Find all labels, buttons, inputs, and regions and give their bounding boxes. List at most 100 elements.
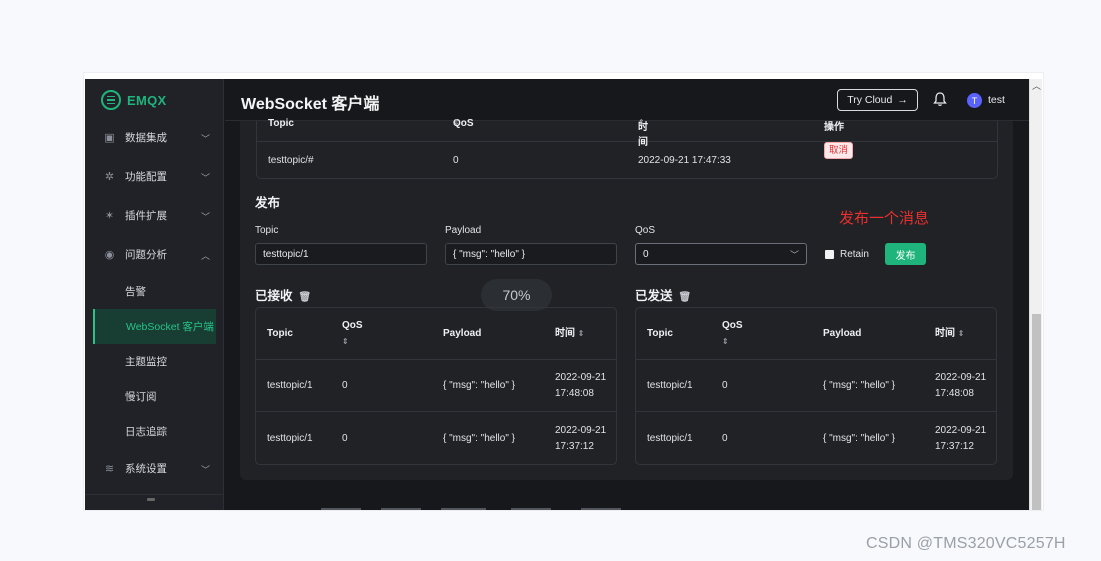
column-header-qos[interactable]: QoS ⇕ xyxy=(342,318,363,350)
page-title: WebSocket 客户端 xyxy=(241,96,380,113)
top-header: WebSocket 客户端 Try Cloud → T test xyxy=(225,79,1029,121)
sidebar-subitem-slow-subscriptions[interactable]: 慢订阅 xyxy=(85,379,224,414)
subscriptions-table: Topic QoS ⇕ 时间 ⇕ 操作 testtopic/# 0 2022-0… xyxy=(256,118,998,179)
checkbox-icon xyxy=(825,250,834,259)
chevron-down-icon: ﹀ xyxy=(200,465,210,475)
message-topic: testtopic/1 xyxy=(267,433,313,444)
received-section-title: 已接收 🗑 xyxy=(255,285,311,304)
received-title-text: 已接收 xyxy=(255,289,293,303)
column-label: QoS xyxy=(342,320,363,331)
sidebar-item-label: 数据集成 xyxy=(125,132,167,144)
column-header-time[interactable]: 时间 ⇕ xyxy=(935,326,964,342)
message-qos: 0 xyxy=(722,433,728,444)
topic-label: Topic xyxy=(255,225,279,236)
message-clock: 17:48:08 xyxy=(935,388,974,399)
sort-icon: ⇕ xyxy=(342,337,349,346)
table-row: testtopic/1 0 { "msg": "hello" } 2022-09… xyxy=(256,360,616,412)
sent-messages-table: Topic QoS ⇕ Payload 时间 ⇕ testtopic/1 0 { … xyxy=(635,307,997,465)
table-header: Topic QoS ⇕ 时间 ⇕ 操作 xyxy=(257,118,997,148)
retain-label: Retain xyxy=(840,249,869,260)
sidebar-subitem-websocket-client[interactable]: WebSocket 客户端 xyxy=(93,309,216,344)
avatar[interactable]: T xyxy=(967,93,982,108)
sidebar-item-label: 插件扩展 xyxy=(125,210,167,222)
column-header-topic: Topic xyxy=(268,118,294,129)
sidebar-subitem-label: 日志追踪 xyxy=(125,426,167,438)
qos-select-value: 0 xyxy=(643,248,649,260)
annotation-text: 发布一个消息 xyxy=(839,210,930,227)
scroll-thumb[interactable] xyxy=(1032,314,1041,510)
sidebar-subitem-label: 告警 xyxy=(125,286,146,298)
watermark: CSDN @TMS320VC5257H xyxy=(866,535,1066,552)
subscription-topic: testtopic/# xyxy=(268,155,314,166)
sidebar-subitem-topic-metrics[interactable]: 主题监控 xyxy=(85,344,224,379)
message-qos: 0 xyxy=(342,433,348,444)
qos-label: QoS xyxy=(635,225,656,236)
message-date: 2022-09-21 xyxy=(935,372,987,383)
scrollbar[interactable]: ︿ xyxy=(1029,79,1042,510)
scroll-up-icon[interactable]: ︿ xyxy=(1032,79,1041,92)
publish-button[interactable]: 发布 xyxy=(885,243,926,265)
sidebar-subitem-label: 主题监控 xyxy=(125,356,167,368)
username[interactable]: test xyxy=(988,94,1005,106)
message-clock: 17:48:08 xyxy=(555,388,594,399)
message-topic: testtopic/1 xyxy=(267,380,313,391)
sort-icon: ⇕ xyxy=(453,118,460,127)
sort-icon: ⇕ xyxy=(638,118,645,127)
table-header: Topic QoS ⇕ Payload 时间 ⇕ xyxy=(636,308,996,360)
topic-input[interactable]: testtopic/1 xyxy=(255,243,427,265)
message-time: 2022-09-21 17:37:12 xyxy=(555,423,606,455)
chevron-down-icon: ﹀ xyxy=(200,212,210,222)
message-date: 2022-09-21 xyxy=(555,372,607,383)
column-header-time[interactable]: 时间 ⇕ xyxy=(555,326,584,342)
logo-text: EMQX xyxy=(127,92,167,108)
bell-icon[interactable] xyxy=(933,91,947,107)
trash-icon[interactable]: 🗑 xyxy=(679,292,692,303)
layers-icon: ≋ xyxy=(104,463,115,475)
browser-window: EMQX ▣ 数据集成 ﹀ ✲ 功能配置 ﹀ ✶ 插件扩展 ﹀ ◉ 问题分析 ︿… xyxy=(84,73,1043,510)
column-header-qos[interactable]: QoS ⇕ xyxy=(722,318,743,350)
message-clock: 17:37:12 xyxy=(555,441,594,452)
try-cloud-button[interactable]: Try Cloud → xyxy=(837,89,918,111)
gear-icon: ✲ xyxy=(104,171,115,183)
message-time: 2022-09-21 17:48:08 xyxy=(935,370,986,402)
publish-section-title: 发布 xyxy=(255,196,281,210)
table-row: testtopic/1 0 { "msg": "hello" } 2022-09… xyxy=(256,413,616,465)
received-messages-table: Topic QoS ⇕ Payload 时间 ⇕ testtopic/1 0 { … xyxy=(255,307,617,465)
sidebar-subitem-alarms[interactable]: 告警 xyxy=(85,274,224,309)
chevron-down-icon: ﹀ xyxy=(789,250,799,260)
sidebar-item-diagnose[interactable]: ◉ 问题分析 ︿ xyxy=(85,235,224,274)
table-header: Topic QoS ⇕ Payload 时间 ⇕ xyxy=(256,308,616,360)
logo[interactable]: EMQX xyxy=(101,90,166,110)
diagnose-icon: ◉ xyxy=(104,249,115,261)
emqx-dashboard: EMQX ▣ 数据集成 ﹀ ✲ 功能配置 ﹀ ✶ 插件扩展 ﹀ ◉ 问题分析 ︿… xyxy=(85,79,1029,510)
table-row: testtopic/1 0 { "msg": "hello" } 2022-09… xyxy=(636,413,996,465)
chevron-up-icon: ︿ xyxy=(200,251,210,261)
qos-select[interactable]: 0 ﹀ xyxy=(635,243,807,265)
message-payload: { "msg": "hello" } xyxy=(823,380,896,391)
data-integration-icon: ▣ xyxy=(104,132,115,144)
message-payload: { "msg": "hello" } xyxy=(443,433,516,444)
retain-checkbox[interactable]: Retain xyxy=(825,249,869,260)
sidebar: EMQX ▣ 数据集成 ﹀ ✲ 功能配置 ﹀ ✶ 插件扩展 ﹀ ◉ 问题分析 ︿… xyxy=(85,79,224,510)
collapse-icon xyxy=(147,498,155,501)
payload-input[interactable]: { "msg": "hello" } xyxy=(445,243,617,265)
table-row: testtopic/1 0 { "msg": "hello" } 2022-09… xyxy=(636,360,996,412)
column-label: 时间 xyxy=(935,328,955,339)
message-time: 2022-09-21 17:48:08 xyxy=(555,370,606,402)
sidebar-item-label: 系统设置 xyxy=(125,463,167,475)
arrow-right-icon: → xyxy=(897,94,908,106)
sidebar-collapse-area[interactable] xyxy=(85,494,224,504)
sidebar-item-data-integration[interactable]: ▣ 数据集成 ﹀ xyxy=(85,118,224,157)
emqx-logo-icon xyxy=(101,90,121,110)
cancel-subscription-button[interactable]: 取消 xyxy=(824,142,854,159)
column-header-topic: Topic xyxy=(267,328,293,339)
trash-icon[interactable]: 🗑 xyxy=(299,292,312,303)
sidebar-item-config[interactable]: ✲ 功能配置 ﹀ xyxy=(85,157,224,196)
message-clock: 17:37:12 xyxy=(935,441,974,452)
sidebar-item-plugins[interactable]: ✶ 插件扩展 ﹀ xyxy=(85,196,224,235)
sidebar-subitem-log-trace[interactable]: 日志追踪 xyxy=(85,414,224,449)
column-header-action: 操作 xyxy=(824,122,844,133)
message-date: 2022-09-21 xyxy=(935,425,987,436)
sidebar-subitem-label: 慢订阅 xyxy=(125,391,157,403)
sidebar-item-system-settings[interactable]: ≋ 系统设置 ﹀ xyxy=(85,449,224,488)
